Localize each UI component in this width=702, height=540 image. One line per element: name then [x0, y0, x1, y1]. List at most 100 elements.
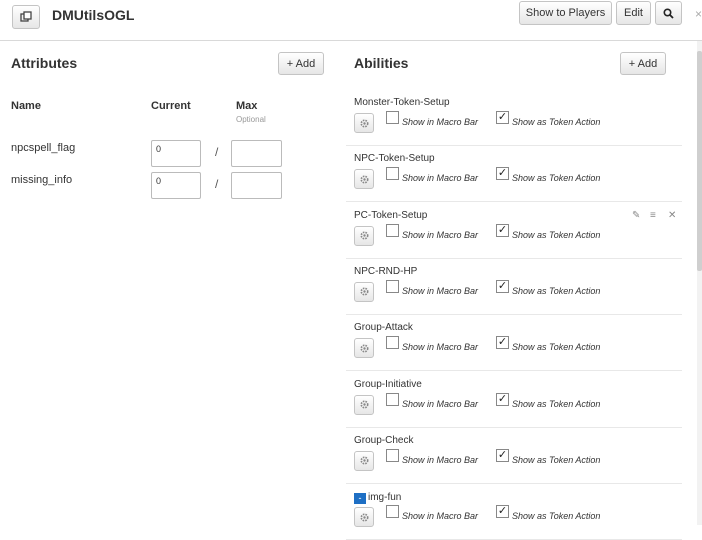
- show-in-macro-bar-checkbox[interactable]: [386, 223, 399, 237]
- attribute-name: npcspell_flag: [11, 142, 76, 154]
- edit-icon[interactable]: ✎: [632, 210, 640, 221]
- gear-icon: [359, 231, 369, 240]
- show-as-token-action-checkbox[interactable]: ✓: [496, 336, 509, 350]
- show-in-macro-bar-label: Show in Macro Bar: [402, 229, 479, 240]
- ability-row[interactable]: Group-Check Show in Macro Bar ✓ Show as Tok…: [346, 427, 682, 484]
- ability-row[interactable]: Group-Attack Show in Macro Bar ✓ Show as To…: [346, 314, 682, 372]
- ability-roll-button[interactable]: [354, 113, 374, 133]
- ability-roll-button[interactable]: [354, 394, 374, 415]
- show-as-token-action-label: Show as Token Action: [512, 511, 601, 522]
- close-icon[interactable]: ×: [695, 7, 702, 21]
- ability-name[interactable]: - img-fun: [354, 492, 402, 505]
- ability-name-text: Group-Attack: [354, 322, 413, 334]
- show-as-token-action-label: Show as Token Action: [512, 454, 601, 465]
- attribute-current-input[interactable]: 0: [151, 140, 201, 167]
- ability-roll-button[interactable]: [354, 507, 374, 528]
- ability-roll-button[interactable]: [354, 169, 374, 190]
- show-as-token-action-label: Show as Token Action: [512, 285, 601, 296]
- ability-name-text: Group-Initiative: [354, 378, 422, 390]
- show-as-token-action-label: Show as Token Action: [512, 229, 601, 240]
- show-in-macro-bar-checkbox[interactable]: [386, 279, 399, 293]
- show-as-token-action-label: Show as Token Action: [512, 173, 601, 184]
- show-as-token-action-checkbox[interactable]: ✓: [496, 223, 509, 237]
- show-in-macro-bar-label: Show in Macro Bar: [402, 454, 479, 465]
- ability-name-text: Monster-Token-Setup: [354, 97, 450, 108]
- search-icon: [663, 7, 674, 19]
- ability-row[interactable]: NPC-Token-Setup Show in Macro Bar ✓ Show as…: [346, 145, 682, 203]
- ability-name[interactable]: Group-Initiative: [354, 379, 422, 390]
- max-optional-hint: Optional: [236, 115, 266, 124]
- ability-roll-button[interactable]: [354, 281, 374, 302]
- show-in-macro-bar-label: Show in Macro Bar: [402, 398, 479, 409]
- ability-name[interactable]: NPC-Token-Setup: [354, 153, 435, 164]
- scrollbar[interactable]: [697, 41, 702, 525]
- show-as-token-action-label: Show as Token Action: [512, 342, 601, 353]
- show-as-token-action-checkbox[interactable]: ✓: [496, 279, 509, 293]
- ability-name[interactable]: Monster-Token-Setup: [354, 97, 450, 108]
- show-in-macro-bar-checkbox[interactable]: [386, 448, 399, 462]
- ability-name[interactable]: PC-Token-Setup: [354, 210, 427, 221]
- show-in-macro-bar-label: Show in Macro Bar: [402, 285, 479, 296]
- ability-name[interactable]: Group-Check: [354, 435, 413, 446]
- edit-button[interactable]: Edit: [616, 1, 651, 25]
- header-divider: [0, 40, 702, 41]
- delete-icon[interactable]: ✕: [668, 210, 676, 221]
- gear-icon: [359, 118, 369, 128]
- ability-name-text: PC-Token-Setup: [354, 209, 428, 221]
- character-title: DMUtilsOGL: [52, 7, 135, 23]
- attribute-current-input[interactable]: 0: [151, 172, 201, 199]
- show-as-token-action-checkbox[interactable]: ✓: [496, 505, 509, 519]
- search-button[interactable]: [655, 1, 682, 25]
- ability-name[interactable]: NPC-RND-HP: [354, 266, 417, 277]
- show-to-players-button[interactable]: Show to Players: [519, 1, 612, 25]
- attribute-name: missing_info: [11, 174, 73, 186]
- ability-row[interactable]: Group-Initiative Show in Macro Bar ✓ Show a…: [346, 371, 682, 428]
- ability-roll-button[interactable]: [354, 338, 374, 359]
- current-column-header: Current: [151, 100, 191, 112]
- popout-button[interactable]: [12, 5, 40, 29]
- attribute-max-input[interactable]: [231, 172, 282, 199]
- show-in-macro-bar-label: Show in Macro Bar: [402, 342, 479, 353]
- ability-name-text: NPC-RND-HP: [354, 265, 418, 277]
- ability-name-text: NPC-Token-Setup: [354, 153, 435, 165]
- show-as-token-action-checkbox[interactable]: ✓: [496, 392, 509, 406]
- gear-icon: [359, 513, 369, 522]
- ability-name-text: img-fun: [368, 492, 402, 504]
- show-in-macro-bar-checkbox[interactable]: [386, 505, 399, 519]
- add-ability-button[interactable]: + Add: [620, 52, 666, 75]
- attribute-separator: /: [215, 177, 219, 191]
- ability-name[interactable]: Group-Attack: [354, 322, 413, 333]
- abilities-title: Abilities: [354, 55, 409, 71]
- attributes-title: Attributes: [11, 55, 78, 71]
- gear-icon: [359, 344, 369, 353]
- show-as-token-action-checkbox[interactable]: ✓: [496, 448, 509, 462]
- show-in-macro-bar-checkbox[interactable]: [386, 392, 399, 406]
- show-in-macro-bar-label: Show in Macro Bar: [402, 117, 479, 127]
- scrollbar-thumb[interactable]: [697, 51, 702, 271]
- show-in-macro-bar-label: Show in Macro Bar: [402, 511, 479, 522]
- add-attribute-button[interactable]: + Add: [278, 52, 324, 75]
- show-as-token-action-label: Show as Token Action: [512, 398, 601, 409]
- show-in-macro-bar-label: Show in Macro Bar: [402, 173, 479, 184]
- max-column-header: Max: [236, 100, 258, 112]
- ability-row[interactable]: Monster-Token-Setup Show in Macro Bar ✓ Sho…: [346, 89, 682, 146]
- name-column-header: Name: [11, 100, 41, 112]
- gear-icon: [359, 287, 369, 296]
- attribute-separator: /: [215, 145, 219, 159]
- attribute-max-input[interactable]: [231, 140, 282, 167]
- show-as-token-action-checkbox[interactable]: ✓: [496, 111, 509, 124]
- ability-name-text: Group-Check: [354, 434, 414, 446]
- ability-roll-button[interactable]: [354, 450, 374, 471]
- selection-marker-icon: -: [354, 493, 366, 505]
- gear-icon: [359, 400, 369, 409]
- ability-roll-button[interactable]: [354, 225, 374, 246]
- show-in-macro-bar-checkbox[interactable]: [386, 111, 399, 124]
- show-in-macro-bar-checkbox[interactable]: [386, 336, 399, 350]
- show-in-macro-bar-checkbox[interactable]: [386, 167, 399, 181]
- reorder-icon[interactable]: ≡: [650, 210, 656, 221]
- show-as-token-action-label: Show as Token Action: [512, 117, 601, 127]
- ability-row[interactable]: - img-fun Show in Macro Bar ✓ Show as Token …: [346, 483, 682, 540]
- ability-row[interactable]: PC-Token-Setup Show in Macro Bar ✓ Show as …: [346, 202, 682, 259]
- ability-row[interactable]: NPC-RND-HP Show in Macro Bar ✓ Show as Toke…: [346, 258, 682, 315]
- show-as-token-action-checkbox[interactable]: ✓: [496, 167, 509, 181]
